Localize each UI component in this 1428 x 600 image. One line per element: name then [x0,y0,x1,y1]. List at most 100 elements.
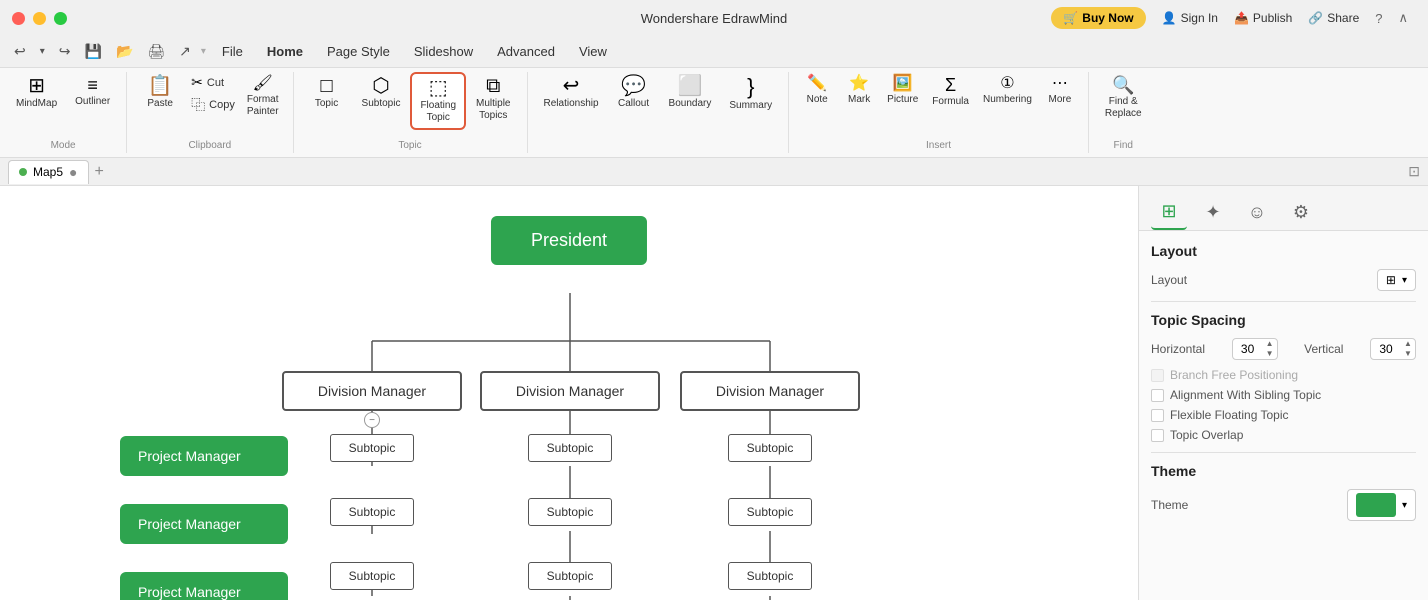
menu-slideshow[interactable]: Slideshow [404,42,483,61]
vertical-value-input[interactable]: 30 ▲ ▼ [1370,338,1416,360]
help-button[interactable]: ? [1375,11,1382,26]
expand-button[interactable]: ∧ [1398,10,1408,26]
save-button[interactable]: 💾 [79,41,108,62]
boundary-button[interactable]: ⬜ Boundary [661,72,720,114]
summary-icon: } [747,76,754,98]
theme-select[interactable]: ▾ [1347,489,1416,521]
formula-button[interactable]: Σ Formula [926,72,975,112]
division-node-2[interactable]: Division Manager [480,371,660,411]
more-icon: ⋯ [1052,76,1068,92]
tab-active-dot [19,168,27,176]
ribbon-group-insert: ✏️ Note ⭐ Mark 🖼️ Picture Σ Formula ① Nu… [789,72,1089,153]
open-button[interactable]: 📂 [110,41,139,62]
overlap-checkbox[interactable] [1151,429,1164,442]
note-icon: ✏️ [807,76,827,92]
find-replace-button[interactable]: 🔍 Find &Replace [1097,72,1150,124]
theme-row: Theme ▾ [1151,489,1416,521]
project-node-1[interactable]: Project Manager [120,436,288,476]
horizontal-value-input[interactable]: 30 ▲ ▼ [1232,338,1278,360]
vertical-up-arrow[interactable]: ▲ [1401,339,1415,349]
panel-tab-emoji[interactable]: ☺ [1239,194,1275,230]
branch-free-checkbox[interactable] [1151,369,1164,382]
user-icon: 👤 [1162,11,1177,25]
right-panel: ⊞ ✦ ☺ ⚙ Layout Layout ⊞ ▾ Topic [1138,186,1428,600]
subtopic-2-2[interactable]: Subtopic [528,498,612,526]
theme-preview [1356,493,1396,517]
horizontal-up-arrow[interactable]: ▲ [1263,339,1277,349]
note-button[interactable]: ✏️ Note [797,72,837,110]
subtopic-2-3[interactable]: Subtopic [528,562,612,590]
maximize-button[interactable] [54,12,67,25]
outliner-button[interactable]: ≡ Outliner [67,72,118,112]
division-node-3[interactable]: Division Manager [680,371,860,411]
summary-button[interactable]: } Summary [721,72,780,116]
division-node-1[interactable]: Division Manager [282,371,462,411]
share-button[interactable]: 🔗 Share [1308,11,1359,25]
alignment-checkbox[interactable] [1151,389,1164,402]
callout-button[interactable]: 💬 Callout [609,72,659,114]
picture-button[interactable]: 🖼️ Picture [881,72,924,110]
format-painter-button[interactable]: 🖌 FormatPainter [241,72,285,122]
subtopic-3-2[interactable]: Subtopic [728,498,812,526]
branch-free-label: Branch Free Positioning [1170,368,1298,382]
subtopic-1-2[interactable]: Subtopic [330,498,414,526]
flexible-checkbox[interactable] [1151,409,1164,422]
copy-button[interactable]: ⿻ Copy [187,93,239,117]
layout-select[interactable]: ⊞ ▾ [1377,269,1416,291]
numbering-button[interactable]: ① Numbering [977,72,1038,110]
minimize-button[interactable] [33,12,46,25]
division-label-2: Division Manager [516,383,624,399]
collapse-button-1[interactable]: − [364,412,380,428]
multiple-topics-button[interactable]: ⧉ MultipleTopics [468,72,518,126]
ribbon-group-find: 🔍 Find &Replace Find [1089,72,1158,153]
divider-1 [1151,301,1416,302]
horizontal-down-arrow[interactable]: ▼ [1263,349,1277,359]
vertical-down-arrow[interactable]: ▼ [1401,349,1415,359]
project-node-2[interactable]: Project Manager [120,504,288,544]
cut-button[interactable]: ✂ Cut [187,72,239,93]
undo-dropdown[interactable]: ▾ [34,44,51,59]
subtopic-button[interactable]: ⬡ Subtopic [354,72,409,114]
panel-tab-layout[interactable]: ⊞ [1151,194,1187,230]
subtopic-1-1[interactable]: Subtopic [330,434,414,462]
find-replace-icon: 🔍 [1112,76,1134,94]
subtopic-1-3[interactable]: Subtopic [330,562,414,590]
close-button[interactable] [12,12,25,25]
topic-button[interactable]: □ Topic [302,72,352,114]
relationship-button[interactable]: ↩ Relationship [536,72,607,114]
find-group-label: Find [1114,138,1133,153]
paste-button[interactable]: 📋 Paste [135,72,185,114]
export-button[interactable]: ↗ [173,41,197,62]
publish-button[interactable]: 📤 Publish [1234,11,1292,25]
subtopic-2-1[interactable]: Subtopic [528,434,612,462]
flexible-row: Flexible Floating Topic [1151,408,1416,422]
more-button[interactable]: ⋯ More [1040,72,1080,110]
mindmap-button[interactable]: ⊞ MindMap [8,72,65,114]
tab-map5[interactable]: Map5 ● [8,160,89,184]
panel-toggle-button[interactable]: ⊡ [1408,163,1420,180]
panel-tab-style[interactable]: ✦ [1195,194,1231,230]
project-node-3[interactable]: Project Manager [120,572,288,600]
menu-view[interactable]: View [569,42,617,61]
menu-page-style[interactable]: Page Style [317,42,400,61]
mark-button[interactable]: ⭐ Mark [839,72,879,110]
menu-home[interactable]: Home [257,42,313,61]
sign-in-button[interactable]: 👤 Sign In [1162,11,1218,25]
add-tab-button[interactable]: + [91,163,108,181]
subtopic-3-1[interactable]: Subtopic [728,434,812,462]
panel-tab-settings[interactable]: ⚙ [1283,194,1319,230]
president-node[interactable]: President [491,216,647,265]
floating-topic-button[interactable]: ⬚ FloatingTopic [410,72,466,130]
vertical-label: Vertical [1304,342,1343,356]
undo-button[interactable]: ↩ [8,41,32,62]
print-button[interactable]: 🖨 [141,41,171,62]
subtopic-3-3[interactable]: Subtopic [728,562,812,590]
buy-now-button[interactable]: 🛒 Buy Now [1051,7,1145,29]
copy-icon: ⿻ [191,95,205,115]
redo-button[interactable]: ↪ [53,41,77,62]
tab-map5-label: Map5 [33,165,63,179]
menu-file[interactable]: File [212,42,253,61]
menu-advanced[interactable]: Advanced [487,42,565,61]
canvas[interactable]: President Division Manager Division Mana… [0,186,1138,600]
flexible-label: Flexible Floating Topic [1170,408,1289,422]
